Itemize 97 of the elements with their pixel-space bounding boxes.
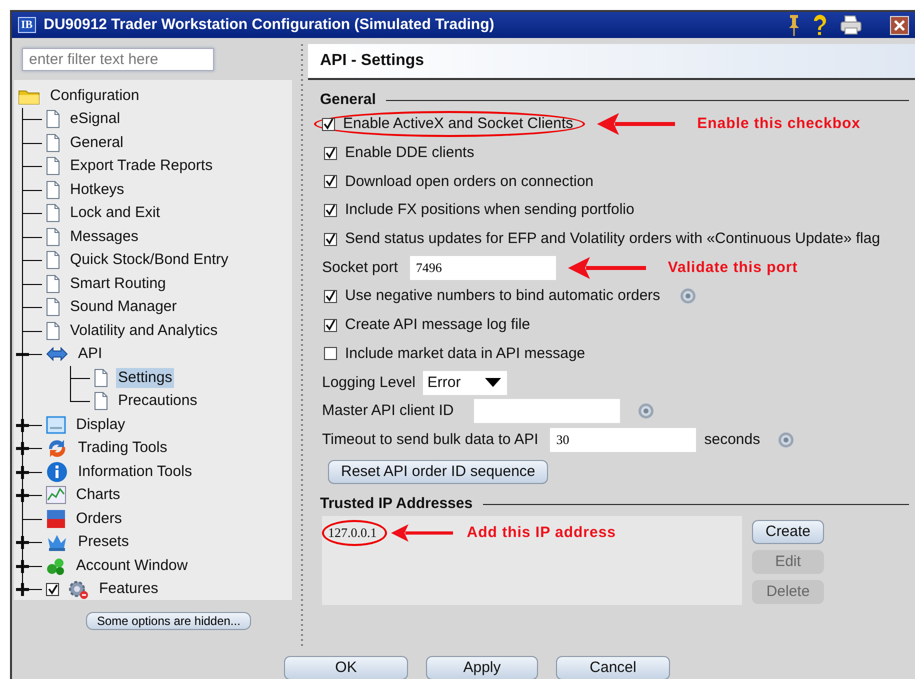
checkbox[interactable] (324, 318, 337, 332)
input-field[interactable] (474, 399, 620, 424)
tree-item[interactable]: Smart Routing (68, 274, 168, 294)
tree-item[interactable]: Account Window (74, 556, 190, 576)
field-label: Socket port (322, 258, 398, 277)
checkbox-label[interactable]: Use negative numbers to bind automatic orders (345, 287, 660, 306)
chart-icon (46, 486, 66, 504)
tree-item[interactable]: Charts (74, 485, 122, 506)
filter-field[interactable]: enter filter text here (22, 48, 214, 71)
page-icon (46, 322, 60, 340)
double-arrow-icon (46, 347, 68, 362)
expand-icon[interactable] (16, 466, 29, 479)
coins-icon (46, 556, 66, 576)
tree-item[interactable]: Trading Tools (76, 438, 170, 458)
input-field[interactable]: 30 (550, 428, 696, 452)
page-icon (46, 110, 60, 128)
unit-label: seconds (704, 430, 760, 449)
checkbox-label[interactable]: Download open orders on connection (345, 172, 594, 191)
tree-item[interactable]: Information Tools (76, 462, 194, 482)
expand-icon[interactable] (16, 442, 29, 456)
logging-level-dropdown[interactable]: Error (423, 370, 508, 395)
expand-icon[interactable] (16, 418, 29, 432)
checkbox-label[interactable]: Create API message log file (345, 316, 530, 334)
caret-icon (485, 378, 502, 388)
callout-text: Add this IP address (466, 524, 616, 542)
tree-item[interactable]: Settings (116, 368, 174, 388)
page-icon (46, 228, 60, 246)
dropdown-value: Error (427, 374, 461, 392)
tree-item[interactable]: Presets (76, 532, 131, 552)
tree-item[interactable]: Messages (68, 226, 140, 247)
expand-icon[interactable] (16, 489, 29, 502)
window-icon (46, 416, 66, 434)
expand-icon[interactable] (16, 583, 29, 596)
checkbox-label[interactable]: Enable DDE clients (345, 144, 474, 162)
dialog-button[interactable]: Apply (426, 656, 538, 679)
tree-item[interactable]: Quick Stock/Bond Entry (68, 250, 230, 270)
field-label: Master API client ID (322, 402, 454, 420)
checkbox[interactable] (324, 347, 337, 360)
tree-item[interactable]: Orders (74, 508, 124, 529)
gears-icon (67, 578, 89, 600)
pin-icon[interactable] (788, 14, 800, 36)
checkbox[interactable] (322, 118, 335, 131)
tree-item[interactable]: Display (74, 414, 128, 435)
page-icon (94, 392, 108, 410)
checkbox[interactable] (324, 204, 337, 217)
cycle-arrows-icon (46, 437, 68, 460)
page-icon (46, 204, 60, 222)
field-label: Logging Level (322, 374, 416, 392)
orders-icon (46, 508, 66, 529)
checkbox[interactable] (324, 175, 337, 188)
page-icon (46, 274, 60, 293)
close-icon[interactable] (890, 16, 909, 34)
expand-icon[interactable] (16, 536, 29, 550)
tree-item[interactable]: Sound Manager (68, 297, 179, 318)
section-title: Trusted IP Addresses (320, 495, 473, 514)
dialog-button[interactable]: OK (284, 656, 408, 679)
tree-item[interactable]: API (76, 344, 104, 364)
checkbox[interactable] (46, 582, 59, 596)
callout-text: Validate this port (668, 258, 798, 277)
logo: IB (18, 17, 36, 33)
panel-title: API - Settings (308, 44, 915, 80)
tree-item[interactable]: Lock and Exit (68, 203, 162, 224)
checkbox[interactable] (324, 232, 337, 246)
page-icon (46, 251, 60, 270)
reset-button[interactable]: Reset API order ID sequence (328, 460, 548, 484)
checkbox-label[interactable]: Include market data in API message (345, 344, 586, 363)
checkbox-label[interactable]: Enable ActiveX and Socket Clients (343, 115, 574, 134)
checkbox[interactable] (324, 290, 337, 303)
dialog-button[interactable]: Cancel (556, 656, 670, 679)
print-icon[interactable] (840, 15, 862, 35)
input-field[interactable]: 7496 (410, 256, 556, 280)
field-label: Timeout to send bulk data to API (322, 430, 538, 449)
tree-item[interactable]: Hotkeys (68, 180, 126, 200)
section-title: General (320, 91, 376, 109)
tree-item[interactable]: Volatility and Analytics (68, 320, 220, 341)
help-icon[interactable] (812, 14, 828, 36)
expand-icon[interactable] (16, 560, 29, 573)
checkbox-label[interactable]: Include FX positions when sending portfolio (345, 201, 634, 220)
list-button[interactable]: Create (752, 520, 824, 544)
tree-item[interactable]: Precautions (116, 391, 200, 412)
info-icon (46, 460, 68, 483)
window-title: DU90912 Trader Workstation Configuration (Simulated Trading) (44, 16, 496, 34)
tree-item[interactable]: General (68, 132, 126, 153)
tree-item[interactable]: Configuration (48, 86, 142, 106)
page-icon (46, 134, 60, 152)
tree-item[interactable]: eSignal (68, 109, 122, 130)
options-hidden-button[interactable]: Some options are hidden... (86, 612, 252, 630)
checkbox-label[interactable]: Send status updates for EFP and Volatility orders with «Continuous Update» flag (345, 230, 880, 248)
tree-item[interactable]: Features (97, 579, 160, 600)
page-icon (46, 180, 60, 199)
page-icon (46, 298, 60, 316)
page-icon (46, 157, 60, 176)
callout-text: Enable this checkbox (697, 115, 861, 134)
tree-item[interactable]: Export Trade Reports (68, 156, 215, 176)
checkbox[interactable] (324, 146, 337, 160)
page-icon (94, 368, 108, 387)
ip-address[interactable]: 127.0.0.1 (328, 525, 377, 540)
